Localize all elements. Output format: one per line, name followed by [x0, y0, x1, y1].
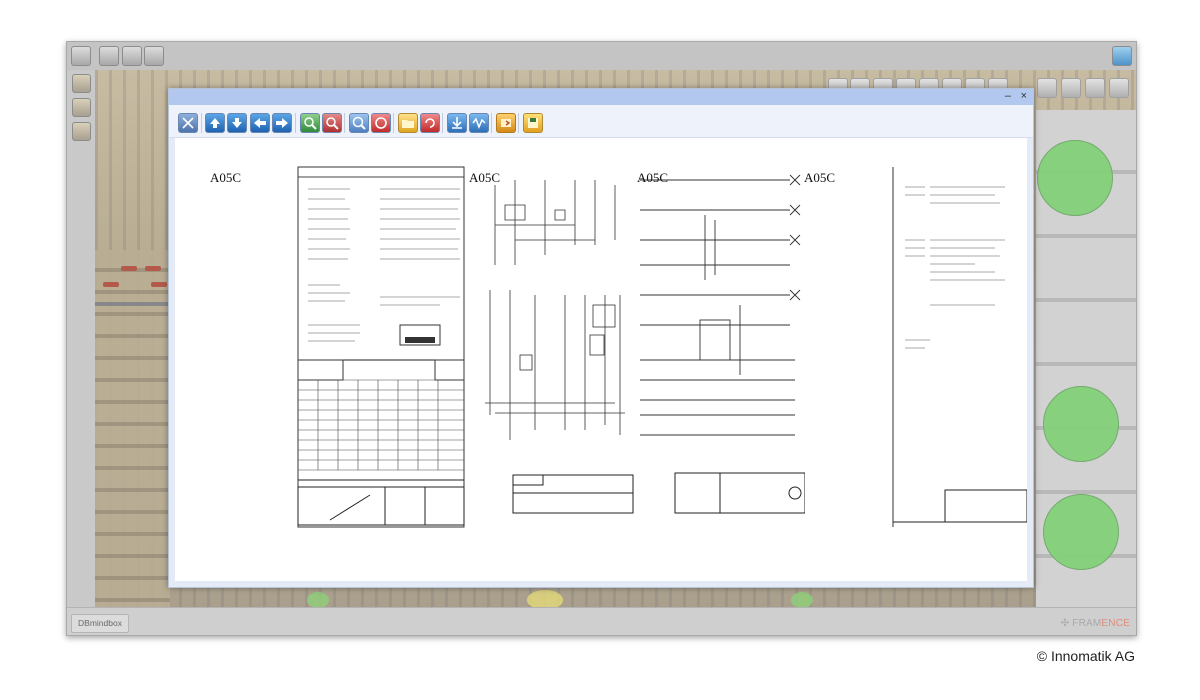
close-button[interactable]: × [1021, 89, 1027, 103]
schematic-drawing-2 [485, 180, 634, 514]
document-icon[interactable] [99, 46, 119, 66]
brand-logo: ✣ FRAMENCE [1061, 618, 1130, 629]
viewer-titlebar[interactable]: – × [169, 89, 1033, 105]
folder-open-icon[interactable] [398, 113, 418, 133]
brand-cross-icon: ✣ [1060, 618, 1073, 629]
schematic-page-4[interactable] [805, 165, 1027, 530]
graph-icon[interactable] [1061, 78, 1081, 98]
zoom-out-icon[interactable] [322, 113, 342, 133]
gauge-icon[interactable] [1085, 78, 1105, 98]
page-label: A05C [469, 170, 501, 185]
toolbar-separator [518, 113, 519, 133]
copyright-notice: © Innomatik AG [1036, 648, 1135, 664]
toolbar-separator [442, 113, 443, 133]
schematic-page-2[interactable] [465, 165, 635, 530]
indicator-led [121, 266, 137, 271]
status-indicator-yellow[interactable] [527, 590, 563, 607]
page-label: A05C [804, 170, 836, 185]
document-canvas[interactable]: A05C A05C A05C A05C [175, 138, 1027, 581]
page-label: A05C [637, 170, 669, 185]
download-icon[interactable] [447, 113, 467, 133]
schematic-drawing-1 [297, 166, 465, 528]
export-icon[interactable] [496, 113, 516, 133]
user-icon[interactable] [1112, 46, 1132, 66]
arrow-right-icon[interactable] [272, 113, 292, 133]
dbmindbox-tab[interactable]: DBmindbox [71, 614, 129, 633]
toolbar-separator [295, 113, 296, 133]
indicator-led [145, 266, 161, 271]
status-indicator-green-small[interactable] [791, 592, 813, 607]
zoom-fit-icon[interactable] [349, 113, 369, 133]
app-left-sidebar [67, 70, 95, 607]
schematic-page-3[interactable] [635, 165, 805, 530]
schematic-page-1[interactable] [210, 165, 465, 530]
arrow-left-icon[interactable] [250, 113, 270, 133]
rotate-icon[interactable] [371, 113, 391, 133]
zoom-in-icon[interactable] [300, 113, 320, 133]
brand-text-1: FRAM [1072, 618, 1102, 629]
indicator-led [151, 282, 167, 287]
pencil-icon[interactable] [72, 74, 91, 93]
schematic-drawing-4 [892, 167, 1027, 527]
image-icon[interactable] [122, 46, 142, 66]
arrow-down-icon[interactable] [227, 113, 247, 133]
toolbar-separator [201, 113, 202, 133]
status-indicator-green[interactable] [1043, 386, 1119, 462]
home-icon[interactable] [71, 46, 91, 66]
status-indicator-green[interactable] [1043, 494, 1119, 570]
tools-icon[interactable] [178, 113, 198, 133]
brand-text-2: ENCE [1101, 618, 1130, 629]
app-top-toolbar [67, 42, 1136, 71]
toolbar-separator [491, 113, 492, 133]
layers-icon[interactable] [1037, 78, 1057, 98]
indicator-led [103, 282, 119, 287]
status-indicator-green[interactable] [1037, 140, 1113, 216]
waveform-icon[interactable] [469, 113, 489, 133]
app-bottom-bar: DBmindbox ✣ FRAMENCE [67, 607, 1136, 635]
refresh-icon[interactable] [420, 113, 440, 133]
page-label: A05C [210, 170, 242, 185]
network-icon[interactable] [144, 46, 164, 66]
camera-icon[interactable] [72, 98, 91, 117]
toolbar-separator [344, 113, 345, 133]
arrow-up-icon[interactable] [205, 113, 225, 133]
minimize-button[interactable]: – [1005, 89, 1011, 103]
shelf [95, 302, 170, 306]
note-icon[interactable] [72, 122, 91, 141]
document-viewer-window[interactable]: – × A05C A05C A05C A05C [168, 88, 1034, 588]
status-indicator-green-small[interactable] [307, 592, 329, 607]
toolbar-separator [393, 113, 394, 133]
schematic-drawing-3 [640, 174, 805, 514]
edit-icon[interactable] [1109, 78, 1129, 98]
viewer-toolbar [169, 105, 1033, 138]
save-icon[interactable] [523, 113, 543, 133]
